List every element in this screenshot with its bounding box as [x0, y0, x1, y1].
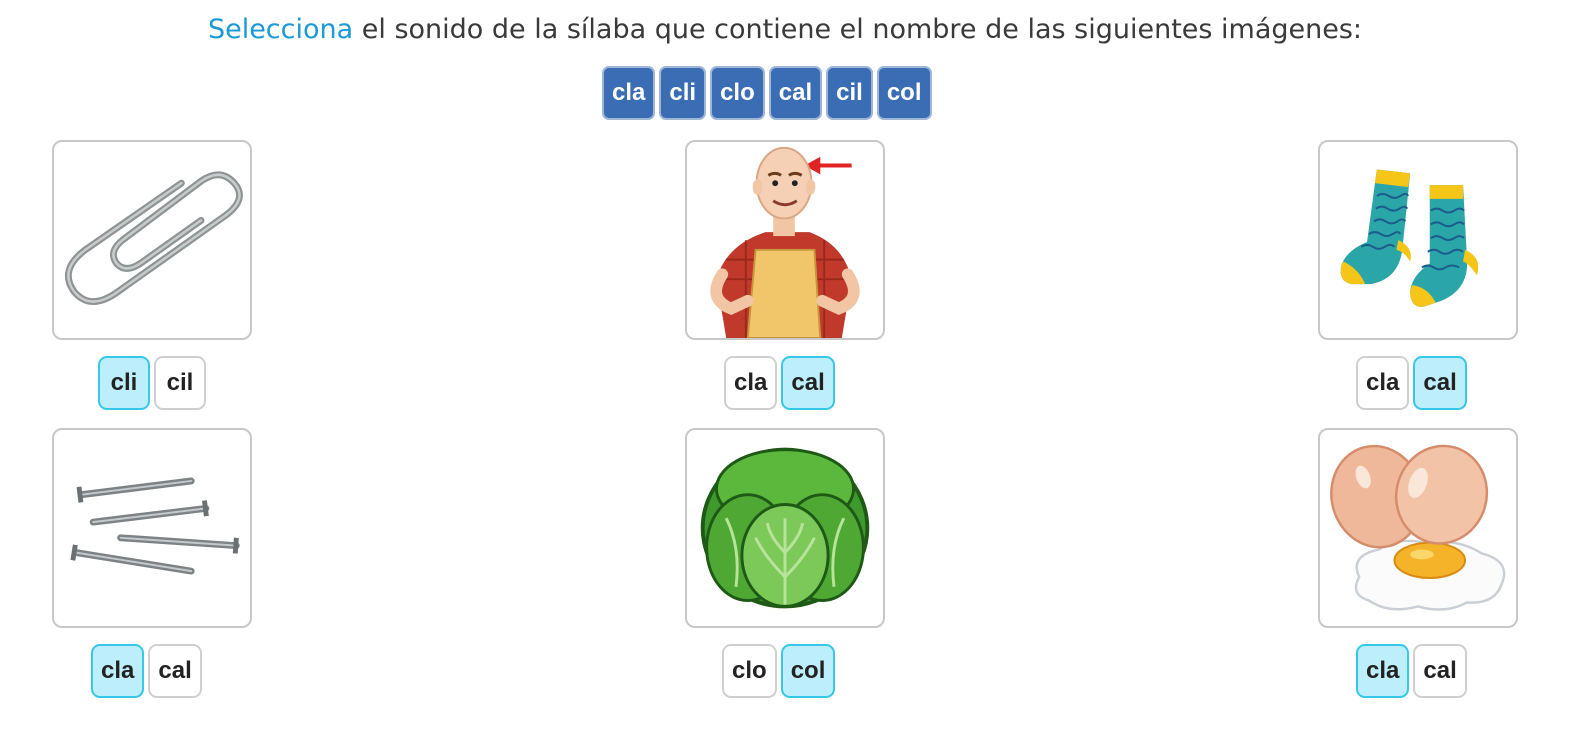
nails-image [70, 477, 240, 575]
option-button[interactable]: clo [722, 644, 777, 698]
card-cabbage [685, 428, 885, 628]
syllable-bank: cla cli clo cal cil col [602, 66, 932, 120]
option-button[interactable]: cal [1413, 356, 1467, 410]
instruction-highlight: Selecciona [207, 14, 354, 45]
options-eggs: cla cal [1356, 644, 1467, 698]
instruction-rest: el sonido de la sílaba que contiene el n… [353, 14, 1363, 45]
option-button[interactable]: cla [724, 356, 778, 410]
option-button[interactable]: cla [91, 644, 145, 698]
cabbage-image [700, 447, 870, 609]
options-socks: cla cal [1356, 356, 1467, 410]
option-button[interactable]: cal [1413, 644, 1467, 698]
socks-image [1340, 169, 1479, 307]
bank-chip-cli[interactable]: cli [659, 66, 707, 120]
bank-chip-cal[interactable]: cal [768, 66, 823, 120]
paperclip-image [64, 171, 243, 305]
options-paperclip: cli cil [98, 356, 206, 410]
option-button[interactable]: cli [98, 356, 150, 410]
option-button[interactable]: cil [154, 356, 206, 410]
option-button[interactable]: col [780, 644, 836, 698]
options-cabbage: clo col [722, 644, 836, 698]
bald-man-image [710, 146, 860, 338]
bank-chip-cla[interactable]: cla [602, 66, 656, 120]
bank-chip-clo[interactable]: clo [710, 66, 765, 120]
bank-chip-cil[interactable]: cil [826, 66, 873, 120]
card-bald-man [685, 140, 885, 340]
option-button[interactable]: cal [781, 356, 835, 410]
options-bald-man: cla cal [724, 356, 835, 410]
eggs-image [1330, 444, 1506, 611]
options-nails: cla cal [91, 644, 202, 698]
option-button[interactable]: cla [1356, 356, 1410, 410]
bank-chip-col[interactable]: col [876, 66, 932, 120]
instruction-text: Selecciona el sonido de la sílaba que co… [0, 14, 1570, 45]
card-nails [52, 428, 252, 628]
option-button[interactable]: cal [148, 644, 202, 698]
card-socks [1318, 140, 1518, 340]
card-eggs [1318, 428, 1518, 628]
card-paperclip [52, 140, 252, 340]
option-button[interactable]: cla [1356, 644, 1410, 698]
